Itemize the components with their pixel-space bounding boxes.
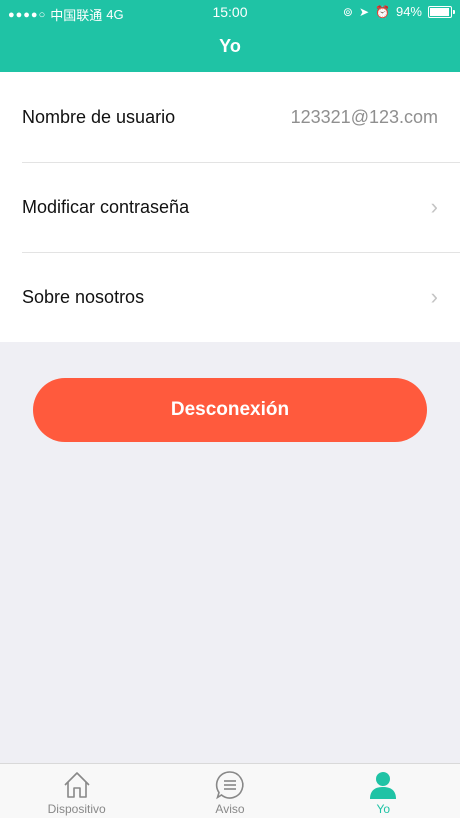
status-right: ⊚ ➤ ⏰ 94% (342, 4, 455, 19)
change-password-row[interactable]: Modificar contraseña › (0, 162, 460, 252)
tab-yo[interactable]: Yo (307, 764, 460, 818)
person-icon (370, 772, 397, 799)
rotation-lock-icon: ⊚ (342, 4, 353, 19)
logout-button[interactable]: Desconexión (33, 378, 427, 442)
tab-label: Aviso (215, 802, 245, 816)
chevron-right-icon: › (430, 194, 438, 219)
message-icon (215, 771, 244, 800)
status-bar: ●●●●○ 中国联通 4G 15:00 ⊚ ➤ ⏰ 94% (0, 0, 460, 26)
home-icon (64, 772, 90, 798)
profile-list: Nombre de usuario 123321@123.com Modific… (0, 72, 460, 342)
username-value: 123321@123.com (290, 106, 438, 127)
username-label: Nombre de usuario (22, 106, 176, 127)
tab-dispositivo[interactable]: Dispositivo (0, 764, 153, 818)
tab-bar: Dispositivo Aviso Yo (0, 763, 460, 818)
about-row[interactable]: Sobre nosotros › (0, 252, 460, 342)
battery-percent: 94% (395, 4, 422, 19)
about-label: Sobre nosotros (22, 286, 145, 307)
tab-aviso[interactable]: Aviso (153, 764, 306, 818)
page-title: Yo (219, 36, 241, 56)
change-password-label: Modificar contraseña (22, 196, 190, 217)
battery-level (430, 7, 449, 16)
tab-label: Dispositivo (47, 802, 106, 816)
chevron-right-icon: › (430, 284, 438, 309)
header: ●●●●○ 中国联通 4G 15:00 ⊚ ➤ ⏰ 94% Yo (0, 0, 460, 72)
battery-icon (428, 5, 455, 18)
tab-label: Yo (376, 802, 391, 816)
username-row: Nombre de usuario 123321@123.com (0, 72, 460, 162)
alarm-icon: ⏰ (375, 4, 390, 19)
location-icon: ➤ (358, 4, 370, 19)
